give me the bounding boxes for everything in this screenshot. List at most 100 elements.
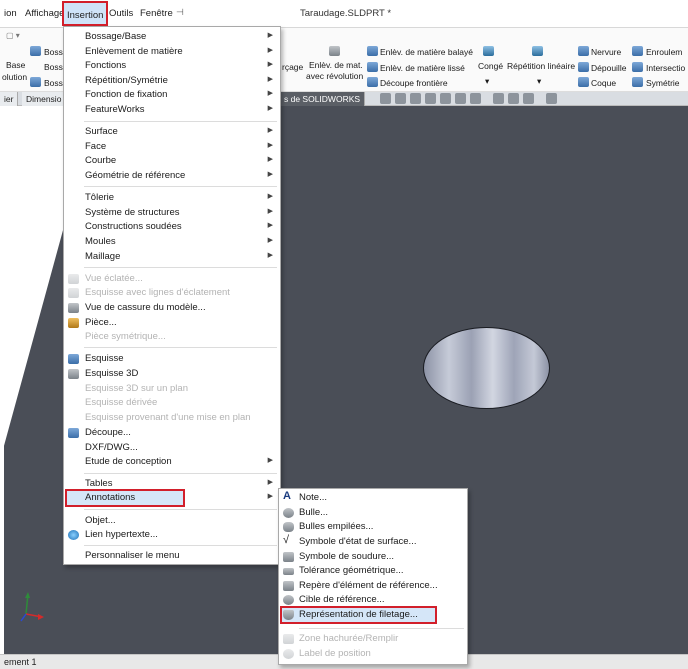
menu-item-label: Label de position — [299, 648, 371, 659]
conge-button[interactable]: Congé — [478, 61, 503, 71]
menu-item-etude-conception[interactable]: Etude de conception ▶ — [64, 455, 280, 469]
menu-item-label: Note... — [299, 492, 327, 503]
document-title: Taraudage.SLDPRT * — [300, 8, 392, 19]
nervure-button[interactable]: Nervure — [591, 47, 621, 57]
menu-item-label: Symbole de soudure... — [299, 551, 395, 562]
view-settings-icon[interactable] — [493, 93, 504, 104]
menu-item-piece[interactable]: Pièce... — [64, 316, 280, 330]
menu-item-systeme-structures[interactable]: Système de structures ▶ — [64, 206, 280, 220]
section-view-icon[interactable] — [425, 93, 436, 104]
zoom-area-icon[interactable] — [395, 93, 406, 104]
menu-item-label: Bulle... — [299, 507, 329, 518]
coque-button[interactable]: Coque — [591, 78, 616, 88]
tab-dimensions[interactable]: Dimensio — [22, 92, 67, 106]
menu-fenetre[interactable]: Fenêtre — [140, 8, 173, 19]
submenu-arrow-icon: ▶ — [267, 479, 273, 486]
submenu-item-bulle[interactable]: Bulle... — [279, 506, 467, 520]
menu-item-vue-cassure[interactable]: Vue de cassure du modèle... — [64, 301, 280, 315]
submenu-item-note[interactable]: A Note... — [279, 490, 467, 505]
bossage-lisse-icon — [30, 77, 41, 87]
symetrie-button[interactable]: Symétrie — [646, 78, 680, 88]
menu-item-label: Lien hypertexte... — [85, 529, 158, 540]
menu-item-fonction-fixation[interactable]: Fonction de fixation ▶ — [64, 88, 280, 102]
zoom-fit-icon[interactable] — [380, 93, 391, 104]
depouille-button[interactable]: Dépouille — [591, 63, 626, 73]
surface-finish-icon: √ — [283, 534, 290, 546]
menu-item-label: Fonctions — [85, 60, 127, 71]
intersection-button[interactable]: Intersectio — [646, 63, 685, 73]
decoupe-frontiere-button[interactable]: Découpe frontière — [380, 78, 448, 88]
submenu-item-label-position: Label de position — [279, 647, 467, 661]
menu-item-enlevement[interactable]: Enlèvement de matière ▶ — [64, 45, 280, 59]
submenu-arrow-icon: ▶ — [267, 237, 273, 244]
tab-complements-solidworks[interactable]: s de SOLIDWORKS — [280, 92, 366, 106]
menu-item-label: Objet... — [85, 515, 116, 526]
status-tab-label[interactable]: ement 1 — [4, 657, 37, 667]
menu-item-annotations[interactable]: Annotations ▶ — [64, 491, 280, 505]
hide-show-icon[interactable] — [470, 93, 481, 104]
previous-view-icon[interactable] — [410, 93, 421, 104]
submenu-arrow-icon: ▶ — [267, 76, 273, 83]
view-orientation-icon[interactable] — [440, 93, 451, 104]
display-style-icon[interactable] — [455, 93, 466, 104]
menu-item-decoupe[interactable]: Découpe... — [64, 426, 280, 440]
menu-item-label: Tôlerie — [85, 192, 115, 203]
quick-access-toolbar[interactable]: ▢ ▾ — [6, 31, 36, 43]
submenu-arrow-icon: ▶ — [267, 127, 273, 134]
enlev-lisse-button[interactable]: Enlèv. de matière lissé — [380, 63, 465, 73]
menu-item-label: Pièce symétrique... — [85, 331, 166, 342]
menu-item-featureworks[interactable]: FeatureWorks ▶ — [64, 103, 280, 117]
enroulement-button[interactable]: Enroulem — [646, 47, 682, 57]
repetition-lineaire-button[interactable]: Répétition linéaire — [507, 61, 575, 71]
display-settings-icon[interactable] — [546, 93, 557, 104]
menu-item-personnaliser[interactable]: Personnaliser le menu — [64, 549, 280, 563]
cosmetic-thread-icon — [283, 610, 294, 620]
scene-icon[interactable] — [523, 93, 534, 104]
submenu-item-soudure[interactable]: Symbole de soudure... — [279, 550, 467, 564]
menu-item-label: Moules — [85, 236, 116, 247]
menu-item-esquisse-3d[interactable]: Esquisse 3D — [64, 367, 280, 381]
hole-face[interactable] — [423, 327, 550, 409]
percage-button-label[interactable]: rçage — [282, 62, 303, 72]
menu-item-bossage-base[interactable]: Bossage/Base ▶ — [64, 30, 280, 44]
menu-item-courbe[interactable]: Courbe ▶ — [64, 154, 280, 168]
menu-item-tolerie[interactable]: Tôlerie ▶ — [64, 191, 280, 205]
menu-affichage[interactable]: Affichage — [25, 8, 64, 19]
hyperlink-globe-icon — [68, 530, 79, 540]
menu-insertion[interactable]: Insertion — [62, 1, 109, 26]
revolution-button-label[interactable]: olution — [2, 72, 27, 82]
submenu-item-cible-reference[interactable]: Cible de référence... — [279, 593, 467, 607]
menu-item-esquisse[interactable]: Esquisse — [64, 352, 280, 366]
menu-edition[interactable]: ion — [4, 8, 17, 19]
menu-item-moules[interactable]: Moules ▶ — [64, 235, 280, 249]
pin-icon[interactable]: ⊣ — [176, 7, 184, 18]
menu-item-label: Cible de référence... — [299, 594, 385, 605]
submenu-item-repere-reference[interactable]: Repère d'élément de référence... — [279, 579, 467, 593]
enlev-revolution-label-2[interactable]: avec révolution — [306, 71, 363, 81]
menu-item-surface[interactable]: Surface ▶ — [64, 125, 280, 139]
appearance-icon[interactable] — [508, 93, 519, 104]
base-button-label[interactable]: Base — [6, 60, 25, 70]
enlev-balaye-button[interactable]: Enlèv. de matière balayé — [380, 47, 473, 57]
split-icon — [68, 428, 79, 438]
menu-item-constructions-soudees[interactable]: Constructions soudées ▶ — [64, 220, 280, 234]
menu-item-repetition-symetrie[interactable]: Répétition/Symétrie ▶ — [64, 74, 280, 88]
menu-item-objet[interactable]: Objet... — [64, 514, 280, 528]
submenu-item-bulles-empilees[interactable]: Bulles empilées... — [279, 520, 467, 534]
menu-item-dxf-dwg[interactable]: DXF/DWG... — [64, 441, 280, 455]
menu-item-maillage[interactable]: Maillage ▶ — [64, 250, 280, 264]
submenu-arrow-icon: ▶ — [267, 193, 273, 200]
submenu-item-tolerance[interactable]: Tolérance géométrique... — [279, 564, 467, 578]
menu-item-face[interactable]: Face ▶ — [64, 140, 280, 154]
enlev-revolution-label-1[interactable]: Enlèv. de mat. — [309, 60, 363, 70]
stacked-balloon-icon — [283, 522, 294, 532]
tab-fichier[interactable]: ier — [0, 92, 19, 106]
menu-outils[interactable]: Outils — [109, 8, 133, 19]
conge-dropdown[interactable]: ▾ — [485, 76, 489, 87]
repetition-dropdown[interactable]: ▾ — [537, 76, 541, 87]
submenu-item-representation-filetage[interactable]: Représentation de filetage... — [279, 608, 467, 622]
submenu-item-etat-surface[interactable]: √ Symbole d'état de surface... — [279, 534, 467, 549]
menu-item-geometrie-reference[interactable]: Géométrie de référence ▶ — [64, 169, 280, 183]
menu-item-lien-hypertexte[interactable]: Lien hypertexte... — [64, 528, 280, 542]
menu-item-fonctions[interactable]: Fonctions ▶ — [64, 59, 280, 73]
